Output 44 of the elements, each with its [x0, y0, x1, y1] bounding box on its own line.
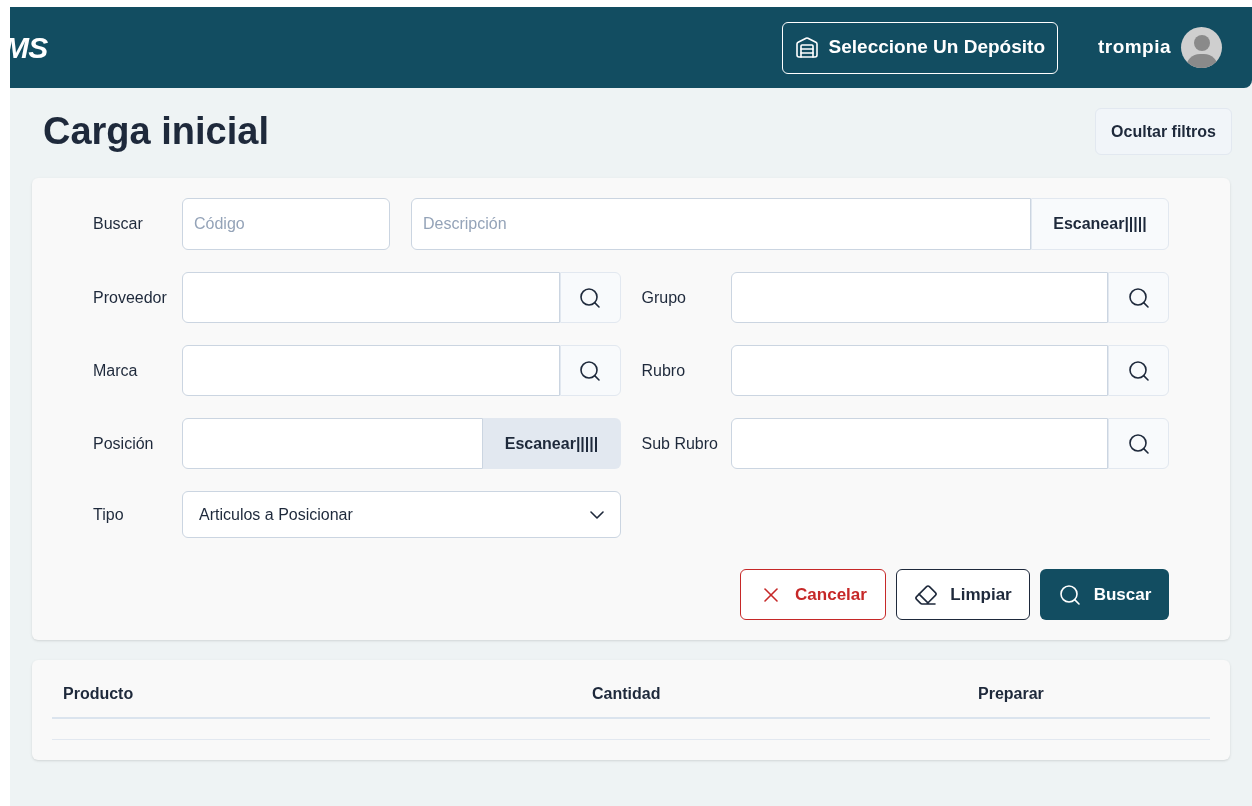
input-field[interactable]	[182, 272, 560, 323]
field-label: Tipo	[93, 504, 125, 525]
search-button[interactable]	[559, 272, 621, 323]
select-field[interactable]: Articulos a Posicionar	[182, 491, 621, 538]
field-label: Sub Rubro	[641, 433, 719, 454]
description-field[interactable]: Descripción	[411, 198, 1031, 250]
search-button[interactable]	[1108, 418, 1169, 469]
deposit-button[interactable]: Seleccione Un Depósito	[781, 21, 1058, 74]
input-field[interactable]	[730, 272, 1108, 323]
field-label: Grupo	[641, 287, 687, 308]
search-icon	[1126, 285, 1151, 310]
field-label: Proveedor	[93, 287, 168, 308]
search-icon	[578, 285, 602, 310]
input-field[interactable]	[730, 418, 1108, 469]
column-header: Preparar	[978, 684, 1044, 704]
code-field[interactable]: Código	[182, 198, 390, 250]
column-header: Producto	[62, 684, 135, 704]
search-button[interactable]	[559, 345, 621, 396]
search-icon	[1057, 582, 1082, 607]
search-icon	[1126, 358, 1151, 383]
hide-filters-button[interactable]: Ocultar filtros	[1095, 108, 1232, 155]
cancel-button[interactable]: Cancelar	[740, 569, 886, 620]
input-field[interactable]	[730, 345, 1108, 396]
column-header: Cantidad	[592, 684, 662, 704]
search-icon	[578, 358, 602, 383]
user-avatar[interactable]	[1181, 27, 1222, 68]
scan-button[interactable]: Escanear|||||	[1031, 198, 1169, 250]
scan-button[interactable]: Escanear|||||	[482, 418, 621, 469]
page-title: Carga inicial	[43, 109, 269, 154]
field-label: Buscar	[93, 214, 144, 234]
search-button[interactable]	[1108, 345, 1169, 396]
user-name: trompia	[1098, 35, 1171, 60]
search-icon	[1126, 431, 1151, 456]
input-field[interactable]	[182, 418, 483, 469]
clear-button[interactable]: Limpiar	[896, 569, 1030, 620]
field-label: Posición	[93, 433, 155, 454]
search-button[interactable]	[1108, 272, 1169, 323]
field-label: Rubro	[641, 360, 687, 381]
chevron-down-icon	[589, 510, 604, 519]
warehouse-icon	[794, 35, 819, 60]
eraser-icon	[914, 582, 939, 607]
search-button[interactable]: Buscar	[1040, 569, 1169, 620]
input-field[interactable]	[182, 345, 560, 396]
field-label: Marca	[93, 360, 139, 381]
